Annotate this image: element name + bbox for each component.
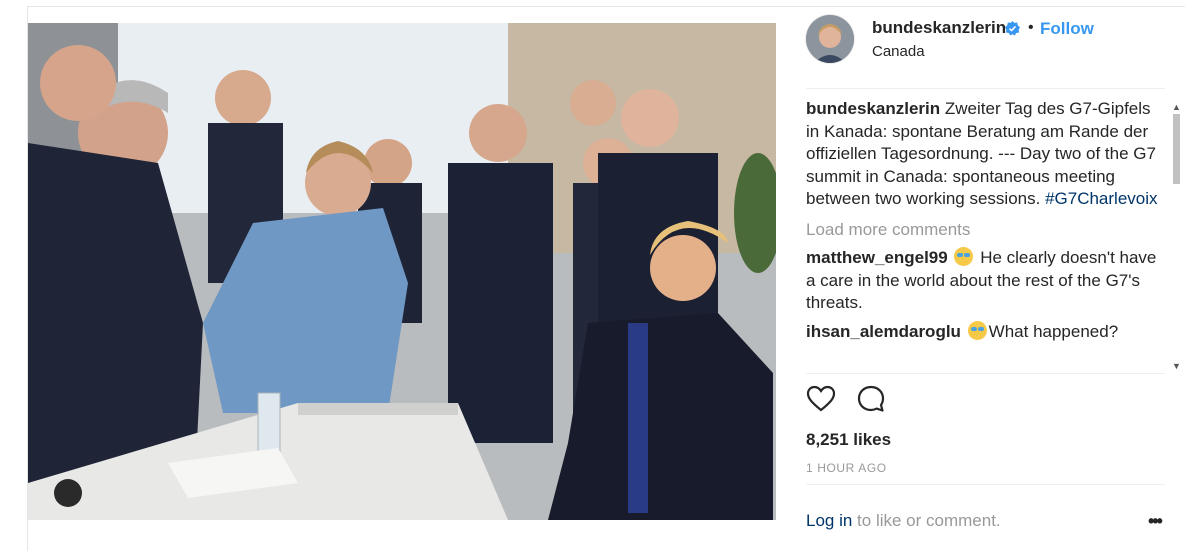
comments-list[interactable]: bundeskanzlerin Zweiter Tag des G7-Gipfe… [806,98,1165,372]
post-sidebar: bundeskanzlerin • Follow Canada bundeska… [776,6,1185,550]
post-photo[interactable] [28,23,776,520]
comment-text: What happened? [988,321,1119,341]
avatar[interactable] [806,15,854,63]
comments-scrollbar[interactable]: ▲ ▼ [1171,102,1182,372]
footer-divider [806,484,1165,485]
caption: bundeskanzlerin Zweiter Tag des G7-Gipfe… [806,98,1165,211]
list-item: matthew_engel99 He clearly doesn't have … [806,247,1165,315]
login-prompt-text: to like or comment. [852,511,1001,530]
emoji-icon [954,247,974,266]
header-username[interactable]: bundeskanzlerin [872,18,1006,38]
caption-username[interactable]: bundeskanzlerin [806,99,940,118]
hashtag-link[interactable]: #G7Charlevoix [1045,189,1157,208]
verified-badge-icon [1005,21,1020,36]
scroll-thumb[interactable] [1173,114,1180,184]
scroll-down-arrow-icon[interactable]: ▼ [1171,361,1182,372]
load-more-comments-button[interactable]: Load more comments [806,219,1165,242]
login-link[interactable]: Log in [806,511,852,530]
follow-button[interactable]: Follow [1040,19,1094,39]
scroll-up-arrow-icon[interactable]: ▲ [1171,102,1182,113]
actions-divider [806,373,1165,374]
list-item: ihsan_alemdaroglu What happened? [806,320,1165,344]
comment-username[interactable]: matthew_engel99 [806,248,948,267]
post-timestamp[interactable]: 1 HOUR AGO [806,461,887,475]
login-prompt: Log in to like or comment. [806,511,1001,531]
avatar-image [806,15,854,63]
header-divider [806,88,1165,89]
header-separator: • [1028,19,1034,36]
post-header: bundeskanzlerin • Follow Canada [776,6,1165,88]
photo-illustration [28,23,776,520]
location-link[interactable]: Canada [872,43,925,60]
likes-count[interactable]: 8,251 likes [806,430,891,450]
comment-bubble-icon[interactable] [856,384,886,414]
more-options-icon[interactable]: ••• [1148,511,1163,532]
heart-icon[interactable] [806,384,836,414]
emoji-icon [967,320,987,340]
comment-username[interactable]: ihsan_alemdaroglu [806,322,961,341]
